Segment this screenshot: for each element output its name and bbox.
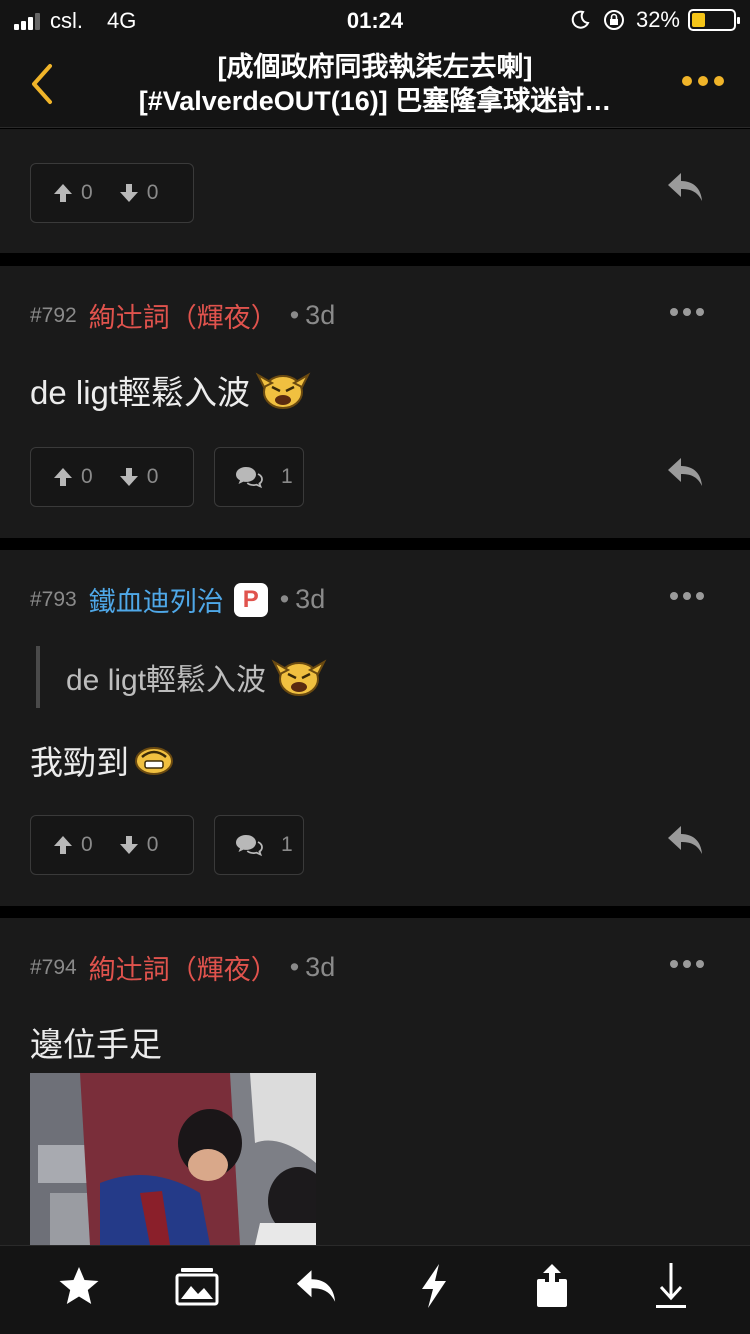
thread-header: [成個政府同我執柒左去喇] [#ValverdeOUT(16)] 巴塞隆拿球迷討… xyxy=(0,40,750,128)
reply-icon xyxy=(296,1270,335,1302)
comments-button[interactable]: 1 xyxy=(214,447,304,507)
post-more-icon[interactable] xyxy=(670,960,704,968)
post-792: #792 絢辻詞（輝夜） • 3d de ligt輕鬆入波 0 0 1 xyxy=(0,266,750,538)
laughing-emoji-icon xyxy=(255,372,311,409)
post-age: 3d xyxy=(305,952,336,982)
download-icon xyxy=(655,1263,686,1308)
chat-bubble-icon xyxy=(236,467,263,489)
arrow-down-icon xyxy=(119,184,138,202)
upvote-button[interactable]: 0 xyxy=(53,181,93,205)
laughing-emoji-icon xyxy=(271,659,327,696)
post-more-icon[interactable] xyxy=(670,592,704,600)
post-text: 我勁到 xyxy=(30,744,129,781)
author-name[interactable]: 鐵血迪列治 xyxy=(89,580,224,619)
vote-box: 0 0 xyxy=(30,163,194,223)
arrow-up-icon xyxy=(54,184,72,202)
post-content: 邊位手足 xyxy=(30,1018,162,1066)
shocked-emoji-icon xyxy=(135,747,173,775)
quote-text: de ligt輕鬆入波 xyxy=(66,664,267,697)
post-content: 我勁到 xyxy=(30,736,175,784)
post-header: #794 絢辻詞（輝夜） • 3d xyxy=(30,948,335,987)
share-icon xyxy=(537,1264,568,1307)
author-name[interactable]: 絢辻詞（輝夜） xyxy=(89,296,278,335)
post-number: #792 xyxy=(30,303,77,327)
gallery-button[interactable] xyxy=(167,1256,227,1316)
bolt-icon xyxy=(422,1264,447,1308)
share-button[interactable] xyxy=(522,1256,582,1316)
post-more-icon[interactable] xyxy=(670,308,704,316)
downvote-count: 0 xyxy=(146,181,159,204)
quick-action-button[interactable] xyxy=(404,1256,464,1316)
downvote-button[interactable]: 0 xyxy=(119,833,159,857)
reply-icon[interactable] xyxy=(666,171,704,203)
thread-title: [成個政府同我執柒左去喇] [#ValverdeOUT(16)] 巴塞隆拿球迷討… xyxy=(90,50,660,118)
moon-icon xyxy=(571,10,590,29)
reply-button[interactable] xyxy=(286,1256,346,1316)
bottom-toolbar xyxy=(0,1245,750,1334)
reply-icon[interactable] xyxy=(666,824,704,856)
downvote-button[interactable]: 0 xyxy=(119,181,159,205)
comment-count: 1 xyxy=(281,465,293,488)
star-icon xyxy=(59,1267,99,1304)
post-age: 3d xyxy=(305,300,336,330)
downvote-count: 0 xyxy=(146,465,159,488)
post-text: 邊位手足 xyxy=(30,1026,162,1063)
post-number: #794 xyxy=(30,955,77,979)
comments-button[interactable]: 1 xyxy=(214,815,304,875)
chat-bubble-icon xyxy=(236,835,263,857)
arrow-up-icon xyxy=(54,836,72,854)
battery-percent: 32% xyxy=(635,7,680,32)
download-button[interactable] xyxy=(641,1256,701,1316)
post-content: de ligt輕鬆入波 xyxy=(30,366,312,414)
author-badge: P xyxy=(233,582,268,617)
upvote-count: 0 xyxy=(81,465,93,488)
post-header: #792 絢辻詞（輝夜） • 3d xyxy=(30,296,335,335)
upvote-count: 0 xyxy=(81,833,93,856)
post-text: de ligt輕鬆入波 xyxy=(30,374,251,411)
status-bar: csl. 4G 01:24 32% xyxy=(0,0,750,40)
post-previous: 0 0 xyxy=(0,129,750,253)
arrow-down-icon xyxy=(119,836,138,854)
arrow-down-icon xyxy=(119,468,138,486)
quoted-text: de ligt輕鬆入波 xyxy=(36,646,328,708)
author-name[interactable]: 絢辻詞（輝夜） xyxy=(89,948,278,987)
favorite-button[interactable] xyxy=(49,1256,109,1316)
arrow-up-icon xyxy=(54,468,72,486)
upvote-button[interactable]: 0 xyxy=(53,833,93,857)
more-options-icon[interactable] xyxy=(682,76,724,86)
post-age: 3d xyxy=(295,584,326,614)
downvote-button[interactable]: 0 xyxy=(119,465,159,489)
reply-icon[interactable] xyxy=(666,456,704,488)
upvote-count: 0 xyxy=(81,181,93,204)
upvote-button[interactable]: 0 xyxy=(53,465,93,489)
thread-title-line2: [#ValverdeOUT(16)] 巴塞隆拿球迷討… xyxy=(138,86,612,116)
post-794: #794 絢辻詞（輝夜） • 3d 邊位手足 xyxy=(0,918,750,1245)
image-icon xyxy=(175,1268,219,1306)
vote-box: 0 0 xyxy=(30,815,194,875)
post-793: #793 鐵血迪列治 P • 3d de ligt輕鬆入波 我勁到 0 0 1 xyxy=(0,550,750,906)
thread-title-line1: [成個政府同我執柒左去喇] xyxy=(217,52,533,82)
battery-icon xyxy=(688,9,740,31)
comment-count: 1 xyxy=(281,833,293,856)
post-number: #793 xyxy=(30,587,77,611)
post-image[interactable] xyxy=(30,1073,316,1245)
post-header: #793 鐵血迪列治 P • 3d xyxy=(30,580,325,619)
rotation-lock-icon xyxy=(603,10,624,30)
downvote-count: 0 xyxy=(146,833,159,856)
vote-box: 0 0 xyxy=(30,447,194,507)
back-chevron-icon[interactable] xyxy=(24,60,64,108)
